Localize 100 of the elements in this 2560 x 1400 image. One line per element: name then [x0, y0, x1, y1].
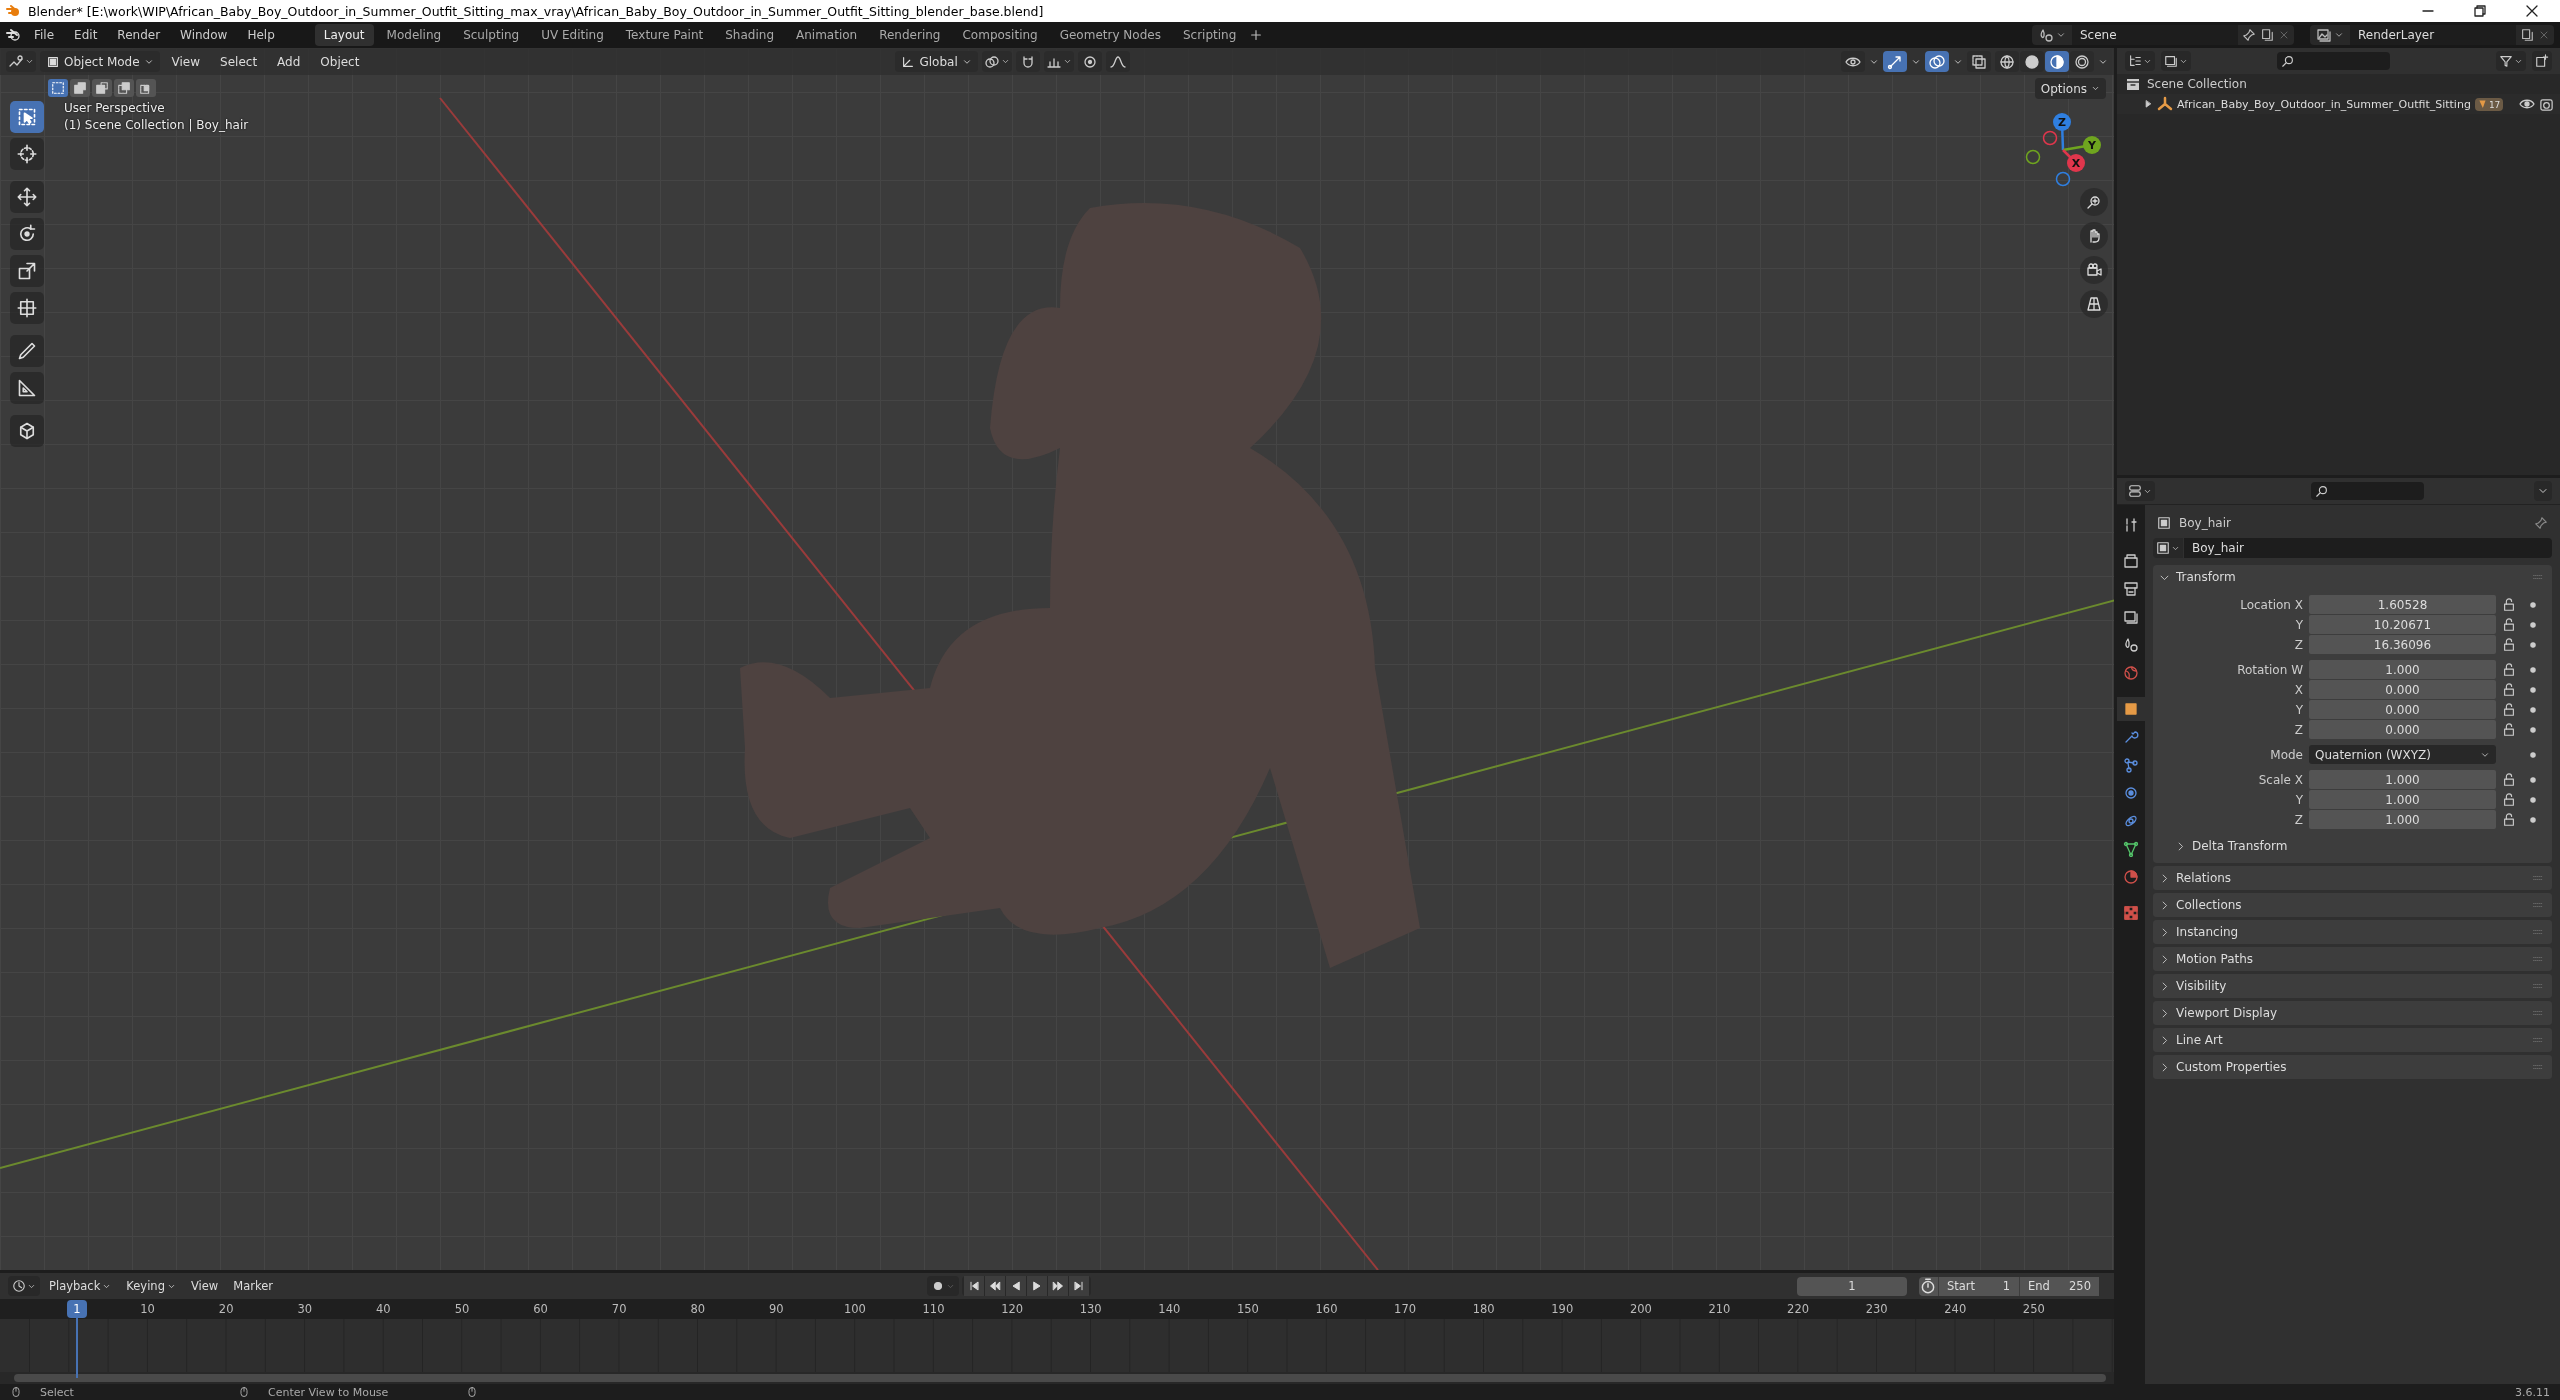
perspective-toggle-button[interactable]: [2080, 290, 2108, 318]
lock-icon[interactable]: [2502, 772, 2516, 787]
select-tool-button[interactable]: [10, 101, 44, 133]
workspace-tab[interactable]: Rendering: [870, 24, 950, 46]
menu-item[interactable]: View: [184, 1277, 225, 1295]
editor-type-button[interactable]: [6, 51, 36, 72]
zoom-button[interactable]: [2080, 188, 2108, 216]
scale-tool-button[interactable]: [10, 255, 44, 287]
selection-mode-button[interactable]: [48, 79, 68, 97]
add-workspace-icon[interactable]: [1249, 28, 1264, 42]
annotate-tool-button[interactable]: [10, 335, 44, 367]
number-field[interactable]: 0.000: [2309, 700, 2496, 719]
falloff-button[interactable]: [1105, 51, 1130, 72]
transform-tool-button[interactable]: [10, 292, 44, 324]
number-field[interactable]: 16.36096: [2309, 635, 2496, 654]
camera-view-button[interactable]: [2080, 256, 2108, 284]
menu-item[interactable]: View: [163, 51, 209, 72]
shading-mode-button[interactable]: [2045, 51, 2069, 72]
number-field[interactable]: 10.20671: [2309, 615, 2496, 634]
record-button[interactable]: [927, 1276, 959, 1296]
number-field[interactable]: 1.000: [2309, 790, 2496, 809]
axis-handle[interactable]: X: [2067, 154, 2085, 172]
workspace-tab[interactable]: Geometry Nodes: [1050, 24, 1170, 46]
workspace-tab[interactable]: Texture Paint: [616, 24, 713, 46]
previous-keyframe-button[interactable]: [985, 1276, 1005, 1296]
play-reverse-button[interactable]: [1006, 1276, 1026, 1296]
snap-target-button[interactable]: [1043, 51, 1074, 72]
visibility-toggle[interactable]: [1841, 51, 1865, 72]
stopwatch-icon[interactable]: [1919, 1277, 1937, 1295]
menu-item[interactable]: Keying: [120, 1277, 182, 1295]
selection-mode-button[interactable]: [114, 79, 134, 97]
overlay-toggle[interactable]: [1925, 51, 1949, 72]
selection-mode-button[interactable]: [136, 79, 156, 97]
menu-item[interactable]: File: [26, 25, 63, 45]
workspace-tab[interactable]: Modeling: [377, 24, 451, 46]
cursor-tool-button[interactable]: [10, 138, 44, 170]
duplicate-icon[interactable]: [2520, 28, 2534, 42]
shading-mode-button[interactable]: [1995, 51, 2019, 72]
workspace-tab[interactable]: Layout: [314, 24, 374, 46]
negative-axis-handle[interactable]: [2042, 130, 2058, 146]
menu-item[interactable]: Object: [312, 51, 368, 72]
selection-mode-button[interactable]: [70, 79, 90, 97]
subpanel-header[interactable]: Delta Transform: [2173, 835, 2290, 857]
panel-header[interactable]: Transform: [2153, 565, 2552, 589]
menu-item[interactable]: Render: [109, 25, 169, 45]
snap-button[interactable]: [1015, 51, 1040, 72]
number-field[interactable]: 0.000: [2309, 680, 2496, 699]
editor-type-button[interactable]: [8, 1276, 40, 1296]
mode-dropdown[interactable]: Quaternion (WXYZ): [2309, 745, 2496, 764]
number-field[interactable]: 1.000: [2309, 770, 2496, 789]
lock-icon[interactable]: [2502, 702, 2516, 717]
menu-item[interactable]: Edit: [66, 25, 106, 45]
workspace-tab[interactable]: UV Editing: [532, 24, 613, 46]
workspace-tab[interactable]: Sculpting: [454, 24, 529, 46]
close-icon[interactable]: [2524, 3, 2540, 19]
restore-icon[interactable]: [2472, 3, 2488, 19]
pan-button[interactable]: [2080, 222, 2108, 250]
workspace-tab[interactable]: Shading: [716, 24, 783, 46]
view-layer-button[interactable]: [2161, 51, 2191, 71]
number-field[interactable]: 0.000: [2309, 720, 2496, 739]
lock-icon[interactable]: [2502, 597, 2516, 612]
options-dropdown[interactable]: Options: [2034, 78, 2106, 99]
display-mode-button[interactable]: [2125, 51, 2155, 71]
menu-item[interactable]: Add: [269, 51, 309, 72]
number-field[interactable]: 1.000: [2309, 660, 2496, 679]
menu-item[interactable]: Help: [239, 25, 283, 45]
orientation-dropdown[interactable]: Global: [895, 51, 978, 72]
pivot-button[interactable]: [981, 51, 1012, 72]
end-frame-field[interactable]: End 250: [2019, 1276, 2099, 1296]
selection-mode-button[interactable]: [92, 79, 112, 97]
search-field[interactable]: [2311, 482, 2424, 500]
object-tab[interactable]: [2117, 697, 2145, 721]
lock-icon[interactable]: [2502, 812, 2516, 827]
new-collection-button[interactable]: [2532, 51, 2552, 71]
current-frame-field[interactable]: 1: [1797, 1276, 1907, 1296]
lock-icon[interactable]: [2502, 637, 2516, 652]
play-button[interactable]: [1027, 1276, 1047, 1296]
workspace-tab[interactable]: Animation: [787, 24, 867, 46]
axis-handle[interactable]: Z: [2053, 113, 2071, 131]
editor-type-button[interactable]: [2125, 481, 2155, 501]
workspace-tab[interactable]: Scripting: [1173, 24, 1246, 46]
camera-icon[interactable]: [2539, 96, 2554, 112]
lock-icon[interactable]: [2502, 792, 2516, 807]
menu-item[interactable]: Select: [212, 51, 266, 72]
mode-dropdown[interactable]: Object Mode: [40, 51, 160, 72]
workspace-tab[interactable]: Compositing: [953, 24, 1047, 46]
duplicate-icon[interactable]: [2260, 28, 2274, 42]
measure-tool-button[interactable]: [10, 372, 44, 404]
number-field[interactable]: 1.000: [2309, 810, 2496, 829]
rotate-tool-button[interactable]: [10, 218, 44, 250]
menu-item[interactable]: Marker: [227, 1277, 279, 1295]
next-keyframe-button[interactable]: [1048, 1276, 1068, 1296]
lock-icon[interactable]: [2502, 617, 2516, 632]
scene-name-field[interactable]: Scene: [2072, 25, 2238, 45]
pin-icon[interactable]: [2534, 516, 2548, 530]
object-browse-button[interactable]: [2153, 538, 2183, 558]
jump-end-button[interactable]: [1069, 1276, 1089, 1296]
search-field[interactable]: [2277, 52, 2390, 70]
negative-axis-handle[interactable]: [2025, 149, 2041, 165]
shading-mode-button[interactable]: [2020, 51, 2044, 72]
